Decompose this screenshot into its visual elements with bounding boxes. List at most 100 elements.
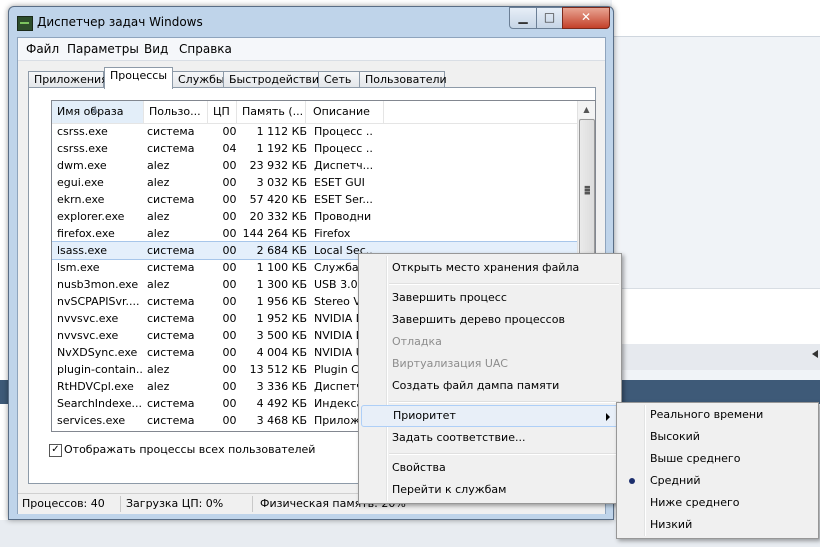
scrollbar-thumb[interactable]: ▬ ▬ ▬ [579,119,595,261]
process-name: nvvsvc.exe [57,329,119,342]
process-memory: 1 956 КБ [256,295,307,308]
priority-realtime[interactable]: Реального времени [619,404,816,426]
menu-item-label: Свойства [392,461,446,474]
table-row[interactable]: ekrn.exe система 00 57 420 КБ ESET Ser... [52,191,578,208]
menu-file[interactable]: Файл [26,42,59,56]
process-cpu: 00 [222,244,237,257]
menu-separator [389,401,619,403]
process-description: Процесс ... [314,142,372,155]
priority-normal[interactable]: Средний [619,470,816,492]
background-panel [612,288,820,346]
tab-users[interactable]: Пользователи [359,71,447,88]
process-user: alez [147,363,170,376]
title-bar[interactable]: Диспетчер задач Windows ▁ □ ✕ [9,7,613,37]
menu-item-label: Приоритет [393,409,456,422]
menu-item-label: Реального времени [650,408,764,421]
menu-end-process-tree[interactable]: Завершить дерево процессов [361,309,619,331]
process-name: lsm.exe [57,261,100,274]
process-user: alez [147,278,170,291]
process-name: explorer.exe [57,210,125,223]
process-user: система [147,346,195,359]
menu-help[interactable]: Справка [179,42,232,56]
process-memory: 4 004 КБ [256,346,307,359]
column-description[interactable]: Описание [308,101,384,123]
process-name: lsass.exe [57,244,107,257]
menu-options[interactable]: Параметры [67,42,139,56]
scroll-up-icon[interactable]: ▲ [578,101,595,118]
process-user: система [147,312,195,325]
table-row[interactable]: csrss.exe система 00 1 112 КБ Процесс ... [52,123,578,140]
process-user: система [147,295,195,308]
tab-applications[interactable]: Приложения [28,71,108,88]
priority-below-normal[interactable]: Ниже среднего [619,492,816,514]
close-button[interactable]: ✕ [562,7,610,29]
table-row[interactable]: csrss.exe система 04 1 192 КБ Процесс ... [52,140,578,157]
process-memory: 20 332 КБ [249,210,307,223]
column-memory[interactable]: Память (... [237,101,306,123]
table-row[interactable]: firefox.exe alez 00 144 264 КБ Firefox [52,225,578,242]
show-all-users-checkbox[interactable]: ✓ [49,444,62,457]
menu-priority[interactable]: Приоритет [361,405,619,427]
process-description: Диспетч... [314,159,372,172]
process-description: Firefox [314,227,351,240]
process-memory: 3 336 КБ [256,380,307,393]
column-user[interactable]: Пользо... [144,101,208,123]
window-title: Диспетчер задач Windows [37,15,203,29]
tab-network[interactable]: Сеть [318,71,360,88]
process-user: система [147,261,195,274]
menu-end-process[interactable]: Завершить процесс [361,287,619,309]
process-cpu: 00 [222,346,237,359]
tab-performance[interactable]: Быстродействие [223,71,326,88]
tab-services[interactable]: Службы [172,71,225,88]
tab-processes[interactable]: Процессы [104,67,173,89]
table-row[interactable]: explorer.exe alez 00 20 332 КБ Проводник [52,208,578,225]
process-name: services.exe [57,414,126,427]
column-image-name[interactable]: ▲ Имя образа [52,101,144,123]
close-icon: ✕ [580,10,592,24]
radio-selected-icon [629,478,635,484]
table-row[interactable]: dwm.exe alez 00 23 932 КБ Диспетч... [52,157,578,174]
process-name: plugin-contain... [57,363,142,376]
process-user: система [147,329,195,342]
process-cpu: 00 [222,159,237,172]
process-user: alez [147,380,170,393]
process-cpu: 00 [222,261,237,274]
maximize-icon: □ [543,10,556,24]
menu-debug: Отладка [361,331,619,353]
process-user: система [147,125,195,138]
submenu-arrow-icon [606,413,610,421]
menu-view[interactable]: Вид [144,42,168,56]
menu-set-affinity[interactable]: Задать соответствие... [361,427,619,449]
process-name: ekrn.exe [57,193,105,206]
menu-item-label: Отладка [392,335,442,348]
process-user: alez [147,210,170,223]
column-cpu[interactable]: ЦП [208,101,237,123]
status-divider [120,496,121,512]
process-cpu: 00 [222,227,237,240]
priority-above-normal[interactable]: Выше среднего [619,448,816,470]
priority-high[interactable]: Высокий [619,426,816,448]
maximize-button[interactable]: □ [536,7,563,29]
process-memory: 57 420 КБ [249,193,307,206]
menu-item-label: Низкий [650,518,693,531]
priority-low[interactable]: Низкий [619,514,816,536]
table-row[interactable]: egui.exe alez 00 3 032 КБ ESET GUI [52,174,578,191]
menu-go-to-services[interactable]: Перейти к службам [361,479,619,501]
menu-properties[interactable]: Свойства [361,457,619,479]
process-memory: 2 684 КБ [256,244,307,257]
process-memory: 1 952 КБ [256,312,307,325]
menu-separator [389,283,619,285]
process-memory: 144 264 КБ [242,227,307,240]
menu-item-label: Перейти к службам [392,483,507,496]
process-user: alez [147,227,170,240]
minimize-button[interactable]: ▁ [509,7,537,29]
menu-create-dump-file[interactable]: Создать файл дампа памяти [361,375,619,397]
process-user: система [147,397,195,410]
process-name: csrss.exe [57,125,108,138]
process-description: ESET Ser... [314,193,372,206]
menu-open-file-location[interactable]: Открыть место хранения файла [361,257,619,279]
process-user: система [147,244,195,257]
process-memory: 1 300 КБ [256,278,307,291]
process-name: firefox.exe [57,227,115,240]
process-name: nvSCPAPISvr.... [57,295,140,308]
